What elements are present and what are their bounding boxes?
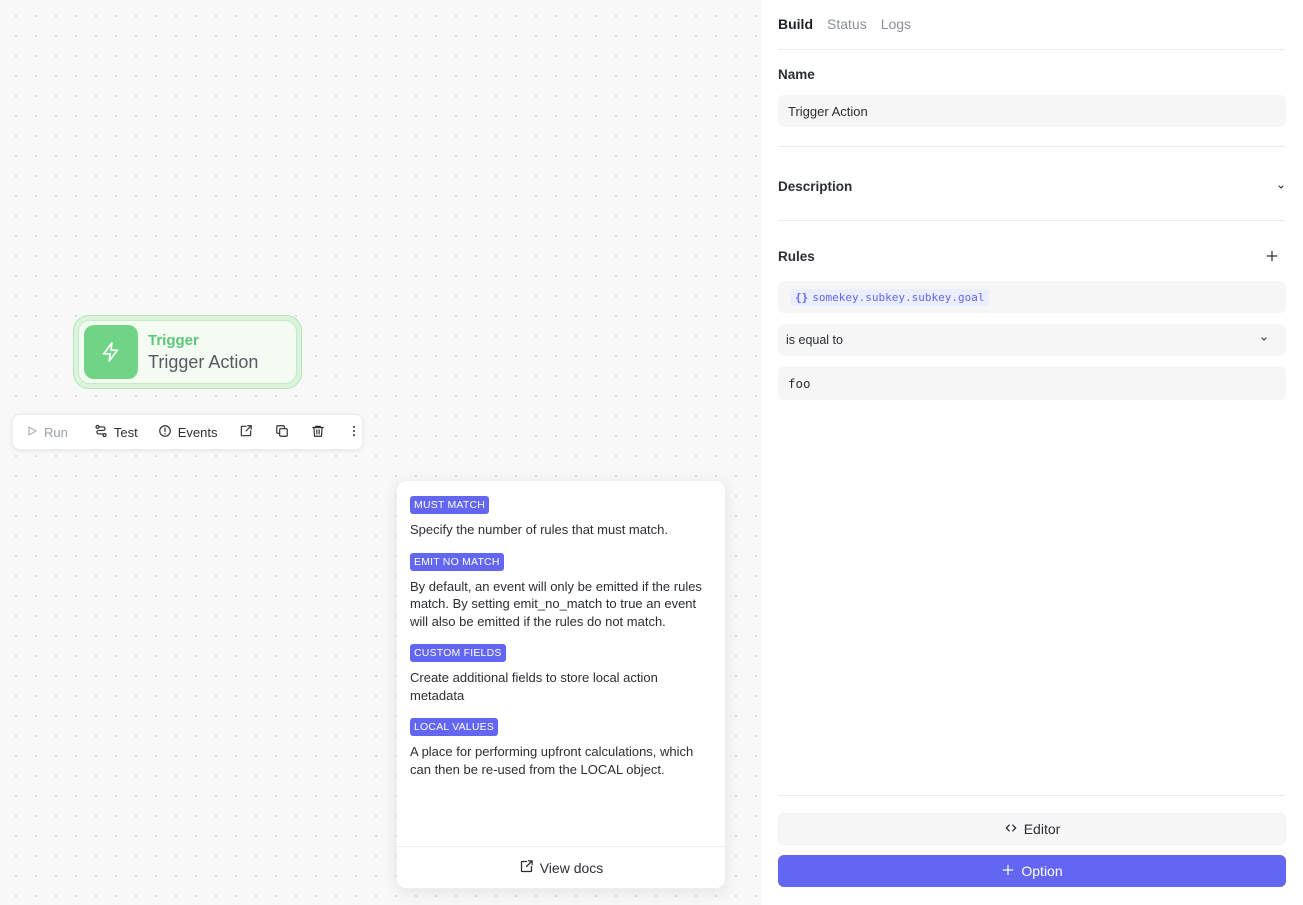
- name-input-value: Trigger Action: [788, 103, 868, 119]
- info-circle-icon: [158, 424, 172, 441]
- add-option-button[interactable]: Option: [778, 855, 1286, 887]
- description-toggle[interactable]: [1275, 180, 1287, 198]
- name-label: Name: [778, 67, 815, 82]
- rule-operator-select[interactable]: is equal to: [778, 324, 1286, 356]
- rule-value-input[interactable]: foo: [778, 366, 1286, 400]
- node-kind-label: Trigger: [148, 331, 199, 349]
- more-button[interactable]: [347, 415, 361, 449]
- duplicate-icon: [275, 424, 289, 441]
- divider: [778, 49, 1285, 50]
- help-popover: MUST MATCH Specify the number of rules t…: [396, 480, 726, 889]
- node-toolbar: Run Test Events: [12, 414, 363, 450]
- divider: [778, 146, 1285, 147]
- open-external-button[interactable]: [239, 415, 253, 449]
- route-icon: [94, 424, 108, 441]
- description-label: Description: [778, 179, 853, 194]
- help-badge: MUST MATCH: [410, 496, 490, 514]
- open-external-icon: [519, 859, 534, 877]
- help-text: A place for performing upfront calculati…: [410, 744, 694, 777]
- workflow-canvas[interactable]: Trigger Trigger Action Run Test Events M…: [0, 0, 762, 905]
- code-icon: [1004, 821, 1018, 838]
- editor-button[interactable]: Editor: [778, 813, 1286, 845]
- trash-icon: [311, 424, 325, 441]
- chevron-down-icon: [1275, 180, 1287, 197]
- help-badge: CUSTOM FIELDS: [410, 644, 506, 662]
- braces-icon: {}: [795, 290, 809, 304]
- rule-value: foo: [788, 375, 811, 391]
- lightning-icon: [84, 325, 138, 379]
- node-title: Trigger Action: [148, 351, 259, 372]
- rules-label: Rules: [778, 249, 815, 264]
- view-docs-link[interactable]: View docs: [397, 846, 725, 888]
- play-icon: [26, 425, 38, 440]
- test-label: Test: [113, 424, 138, 440]
- tab-logs[interactable]: Logs: [881, 16, 911, 32]
- tab-build[interactable]: Build: [778, 16, 813, 32]
- plus-icon: [1265, 250, 1279, 267]
- trigger-node[interactable]: Trigger Trigger Action: [73, 315, 302, 389]
- help-item-custom-fields: CUSTOM FIELDS Create additional fields t…: [410, 643, 712, 704]
- add-rule-button[interactable]: [1265, 249, 1279, 268]
- events-button[interactable]: Events: [158, 415, 218, 449]
- option-label: Option: [1021, 863, 1063, 879]
- help-item-emit-no-match: EMIT NO MATCH By default, an event will …: [410, 552, 712, 631]
- tab-status[interactable]: Status: [827, 16, 867, 32]
- panel-tabs: Build Status Logs: [778, 16, 925, 32]
- open-external-icon: [239, 424, 253, 441]
- side-panel: Build Status Logs Name Trigger Action De…: [762, 0, 1303, 905]
- divider: [778, 220, 1285, 221]
- variable-chip[interactable]: {} somekey.subkey.subkey.goal: [790, 288, 990, 306]
- variable-path: somekey.subkey.subkey.goal: [812, 290, 985, 304]
- help-text: By default, an event will only be emitte…: [410, 578, 702, 629]
- plus-icon: [1001, 863, 1015, 880]
- duplicate-button[interactable]: [275, 415, 289, 449]
- editor-label: Editor: [1023, 821, 1061, 837]
- help-item-must-match: MUST MATCH Specify the number of rules t…: [410, 495, 712, 539]
- delete-button[interactable]: [311, 415, 325, 449]
- trigger-node-body[interactable]: Trigger Trigger Action: [78, 320, 297, 384]
- more-vertical-icon: [347, 424, 361, 441]
- view-docs-label: View docs: [539, 859, 604, 876]
- events-label: Events: [177, 424, 218, 440]
- run-button[interactable]: Run: [26, 415, 68, 449]
- run-label: Run: [44, 424, 68, 440]
- test-button[interactable]: Test: [94, 415, 138, 449]
- help-text: Create additional fields to store local …: [410, 670, 658, 703]
- help-text: Specify the number of rules that must ma…: [410, 522, 668, 537]
- divider: [778, 795, 1285, 796]
- rule-path-input[interactable]: {} somekey.subkey.subkey.goal: [778, 281, 1286, 313]
- help-item-local-values: LOCAL VALUES A place for performing upfr…: [410, 717, 712, 778]
- help-badge: EMIT NO MATCH: [410, 552, 504, 571]
- help-badge: LOCAL VALUES: [410, 718, 499, 736]
- chevron-down-icon: [1258, 333, 1270, 348]
- rule-operator-value: is equal to: [786, 333, 843, 347]
- name-input[interactable]: Trigger Action: [778, 95, 1286, 127]
